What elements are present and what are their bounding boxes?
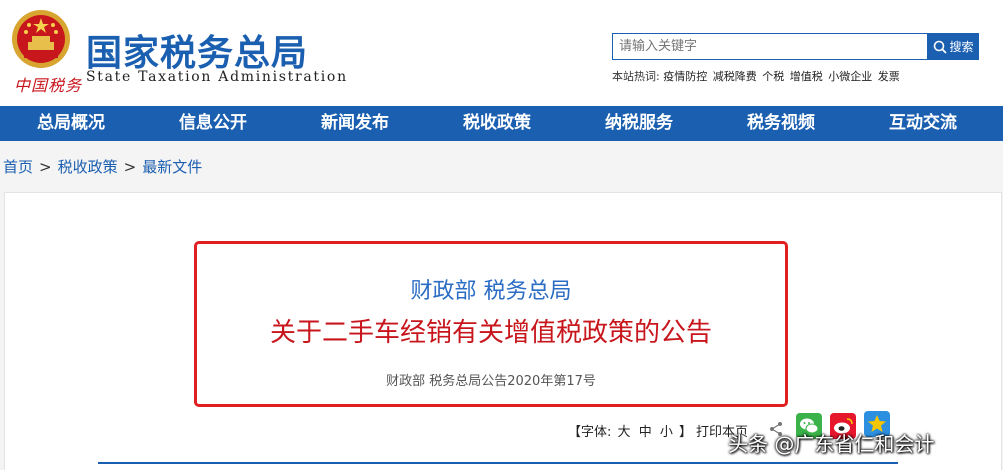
hotword-link[interactable]: 小微企业 — [828, 70, 872, 83]
search-icon — [934, 40, 948, 54]
nav-item-service[interactable]: 纳税服务 — [568, 106, 710, 141]
font-size-end: 】 — [679, 425, 693, 440]
font-size-medium[interactable]: 中 — [639, 425, 652, 440]
search-button[interactable]: 搜索 — [928, 33, 979, 60]
site-subtitle: State Taxation Administration — [86, 69, 348, 85]
document-number: 财政部 税务总局公告2020年第17号 — [386, 374, 596, 389]
hotword-link[interactable]: 减税降费 — [713, 70, 757, 83]
breadcrumb-latest[interactable]: 最新文件 — [142, 158, 202, 176]
main-nav: 总局概况 信息公开 新闻发布 税收政策 纳税服务 税务视频 互动交流 — [0, 106, 1003, 141]
nav-item-info[interactable]: 信息公开 — [142, 106, 284, 141]
document-issuer: 财政部 税务总局 — [410, 279, 572, 304]
nav-item-policy[interactable]: 税收政策 — [426, 106, 568, 141]
emblem-caption: 中国税务 — [14, 76, 83, 95]
nav-item-overview[interactable]: 总局概况 — [0, 106, 142, 141]
breadcrumb-home[interactable]: 首页 — [3, 158, 33, 176]
nav-item-interaction[interactable]: 互动交流 — [852, 106, 994, 141]
breadcrumb: 首页 > 税收政策 > 最新文件 — [3, 156, 202, 177]
breadcrumb-separator: > — [123, 158, 137, 176]
font-size-controls: 【字体: 大 中 小 】 — [568, 421, 692, 440]
search-input[interactable] — [612, 33, 928, 60]
hotword-link[interactable]: 发票 — [878, 70, 900, 83]
font-size-small[interactable]: 小 — [660, 425, 673, 440]
hotword-link[interactable]: 疫情防控 — [663, 70, 707, 83]
search-button-label: 搜索 — [949, 40, 974, 54]
breadcrumb-policy[interactable]: 税收政策 — [58, 158, 118, 176]
content-divider — [98, 462, 898, 464]
national-emblem-icon — [12, 10, 70, 68]
hotwords-label: 本站热词: — [612, 70, 660, 83]
hotwords-bar: 本站热词: 疫情防控 减税降费 个税 增值税 小微企业 发票 — [612, 68, 902, 84]
nav-item-video[interactable]: 税务视频 — [710, 106, 852, 141]
hotword-link[interactable]: 个税 — [762, 70, 784, 83]
site-header: 中国税务 国家税务总局 State Taxation Administratio… — [0, 0, 1003, 106]
font-size-large[interactable]: 大 — [618, 425, 631, 440]
watermark-text: 头条 @广东省仁和会计 — [728, 432, 935, 456]
document-title: 关于二手车经销有关增值税政策的公告 — [269, 318, 712, 348]
font-size-label: 【字体: — [568, 425, 612, 440]
hotword-link[interactable]: 增值税 — [790, 70, 823, 83]
breadcrumb-separator: > — [39, 158, 52, 176]
nav-item-news[interactable]: 新闻发布 — [284, 106, 426, 141]
